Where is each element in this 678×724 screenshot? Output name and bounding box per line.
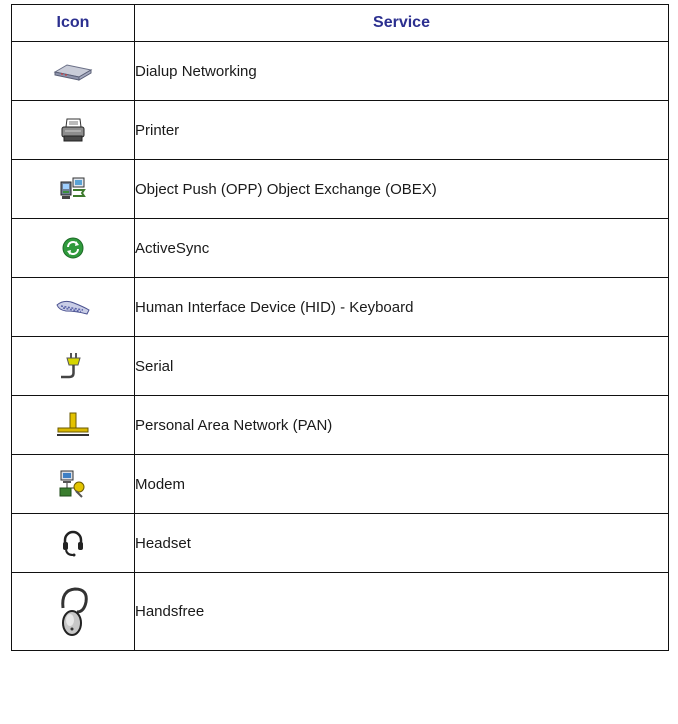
table-row: Human Interface Device (HID) - Keyboard [11,277,669,337]
table-row: Modem [11,454,669,514]
service-name: Printer [134,100,669,160]
service-name: Object Push (OPP) Object Exchange (OBEX) [134,159,669,219]
table-row: Serial [11,336,669,396]
service-name: Dialup Networking [134,41,669,101]
service-name: Human Interface Device (HID) - Keyboard [134,277,669,337]
service-column-header: Service [134,4,669,42]
table-row: Headset [11,513,669,573]
bluetooth-services-table: Icon Service Dialup Networking Printer O… [11,4,669,651]
serial-plug-icon [58,352,88,380]
table-row: Handsfree [11,572,669,651]
service-name: Headset [134,513,669,573]
icon-column-header: Icon [11,4,135,42]
dialup-networking-icon [53,61,93,81]
headset-icon [61,529,85,557]
table-row: Dialup Networking [11,41,669,101]
keyboard-icon [54,297,92,317]
service-name: ActiveSync [134,218,669,278]
service-name: Serial [134,336,669,396]
object-push-icon [60,177,86,201]
table-row: Object Push (OPP) Object Exchange (OBEX) [11,159,669,219]
network-pan-icon [56,412,90,438]
table-header-row: Icon Service [11,4,669,42]
table-row: ActiveSync [11,218,669,278]
table-row: Personal Area Network (PAN) [11,395,669,455]
service-name: Modem [134,454,669,514]
handsfree-earpiece-icon [55,586,91,638]
activesync-icon [61,236,85,260]
table-row: Printer [11,100,669,160]
service-name: Handsfree [134,572,669,651]
modem-icon [59,470,87,498]
service-name: Personal Area Network (PAN) [134,395,669,455]
services-table-container: Icon Service Dialup Networking Printer O… [11,4,669,721]
printer-icon [60,118,86,142]
